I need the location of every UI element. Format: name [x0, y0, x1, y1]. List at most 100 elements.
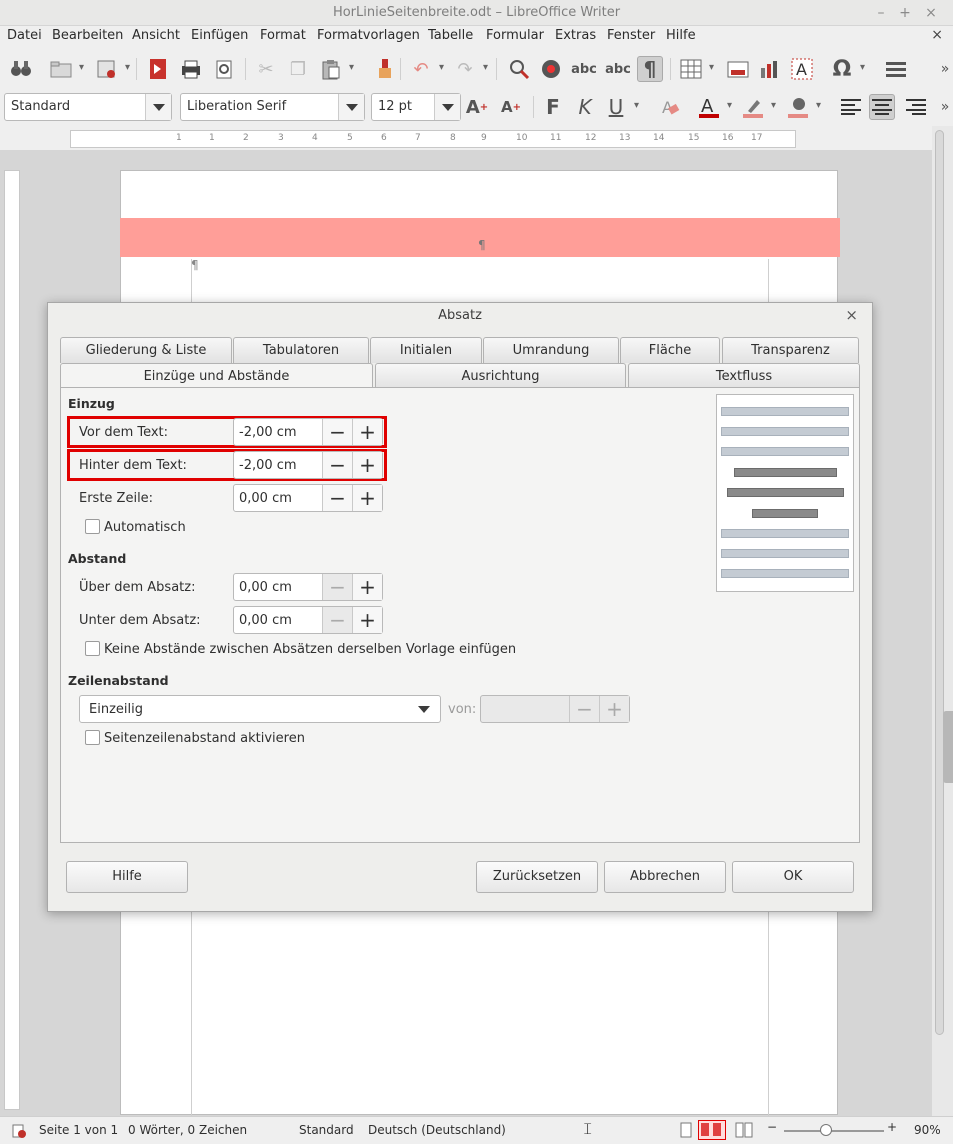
copy-icon[interactable]: ❐: [285, 56, 311, 82]
page-count[interactable]: Seite 1 von 1: [39, 1123, 118, 1137]
underline-icon[interactable]: U: [603, 94, 639, 120]
first-line-spin[interactable]: 0,00 cm − +: [233, 484, 383, 512]
align-right-icon[interactable]: [903, 94, 929, 120]
auto-checkbox[interactable]: [85, 519, 100, 534]
first-line-value[interactable]: 0,00 cm: [239, 491, 292, 506]
plus-icon[interactable]: +: [352, 452, 382, 478]
spelling-icon[interactable]: abc: [571, 56, 597, 82]
close-icon[interactable]: ×: [845, 306, 858, 324]
plus-icon[interactable]: +: [352, 485, 382, 511]
align-center-icon[interactable]: [869, 94, 895, 120]
maximize-icon[interactable]: +: [896, 4, 914, 22]
menu-formular[interactable]: Formular: [486, 28, 544, 43]
toolbar-overflow-icon[interactable]: »: [932, 94, 953, 120]
menu-ansicht[interactable]: Ansicht: [132, 28, 180, 43]
indent-before-spin[interactable]: -2,00 cm − +: [233, 418, 383, 446]
plus-icon[interactable]: +: [599, 696, 629, 722]
chevron-down-icon[interactable]: [434, 94, 460, 120]
paragraph-style-combo[interactable]: Standard: [4, 93, 172, 121]
redo-icon[interactable]: ↷: [452, 56, 488, 82]
plus-icon[interactable]: +: [352, 607, 382, 633]
menu-formatvorlagen[interactable]: Formatvorlagen: [317, 28, 420, 43]
paste-icon[interactable]: [318, 56, 354, 82]
font-size-combo[interactable]: 12 pt: [371, 93, 461, 121]
increase-font-icon[interactable]: A +: [464, 94, 490, 120]
navigator-icon[interactable]: [8, 56, 34, 82]
line-spacing-of-spin[interactable]: − +: [480, 695, 630, 723]
plus-icon[interactable]: +: [352, 419, 382, 445]
space-below-value[interactable]: 0,00 cm: [239, 613, 292, 628]
undo-icon[interactable]: ↶: [408, 56, 444, 82]
insert-textbox-icon[interactable]: A: [789, 56, 815, 82]
auto-spellcheck-icon[interactable]: abc: [605, 56, 631, 82]
print-preview-icon[interactable]: [211, 56, 237, 82]
insert-chart-icon[interactable]: [757, 56, 783, 82]
chevron-down-icon[interactable]: [418, 706, 430, 713]
character-bg-icon[interactable]: [785, 94, 821, 120]
save-icon[interactable]: [94, 56, 130, 82]
space-above-spin[interactable]: 0,00 cm − +: [233, 573, 383, 601]
align-left-icon[interactable]: [838, 94, 864, 120]
formatting-marks-icon[interactable]: ¶: [637, 56, 663, 82]
indent-after-value[interactable]: -2,00 cm: [239, 458, 297, 473]
bold-icon[interactable]: F: [540, 94, 566, 120]
toolbar-overflow-icon[interactable]: »: [932, 56, 953, 82]
help-button[interactable]: Hilfe: [66, 861, 188, 893]
page-style[interactable]: Standard: [299, 1123, 354, 1137]
zoom-slider[interactable]: [784, 1130, 884, 1132]
find-replace-icon[interactable]: [506, 56, 532, 82]
chevron-down-icon[interactable]: [145, 94, 171, 120]
vertical-ruler[interactable]: [4, 170, 20, 1110]
menu-hilfe[interactable]: Hilfe: [666, 28, 696, 43]
ok-button[interactable]: OK: [732, 861, 854, 893]
single-page-view-icon[interactable]: [680, 1122, 692, 1141]
plus-icon[interactable]: +: [352, 574, 382, 600]
sidebar-toggle[interactable]: [943, 711, 953, 783]
menu-format[interactable]: Format: [260, 28, 306, 43]
minus-icon[interactable]: −: [322, 419, 352, 445]
multi-page-view-icon[interactable]: [698, 1120, 726, 1140]
menu-tabelle[interactable]: Tabelle: [428, 28, 473, 43]
close-document-icon[interactable]: ×: [931, 27, 943, 43]
tab-initialen[interactable]: Initialen: [370, 337, 482, 363]
menu-bearbeiten[interactable]: Bearbeiten: [52, 28, 123, 43]
document-modified-icon[interactable]: [12, 1124, 26, 1141]
menu-datei[interactable]: Datei: [7, 28, 42, 43]
no-space-checkbox[interactable]: [85, 641, 100, 656]
space-above-value[interactable]: 0,00 cm: [239, 580, 292, 595]
tab-textfluss[interactable]: Textfluss: [628, 363, 860, 389]
print-icon[interactable]: [178, 56, 204, 82]
minus-icon[interactable]: −: [322, 485, 352, 511]
italic-icon[interactable]: K: [572, 94, 598, 120]
scrollbar-thumb[interactable]: [935, 130, 944, 1035]
menu-fenster[interactable]: Fenster: [607, 28, 655, 43]
cut-icon[interactable]: ✂: [253, 56, 279, 82]
tab-umrandung[interactable]: Umrandung: [483, 337, 619, 363]
gallery-icon[interactable]: [538, 56, 564, 82]
minus-icon[interactable]: −: [322, 574, 352, 600]
register-checkbox[interactable]: [85, 730, 100, 745]
vertical-scrollbar[interactable]: [932, 126, 953, 1116]
tab-ausrichtung[interactable]: Ausrichtung: [375, 363, 626, 389]
zoom-slider-handle[interactable]: [820, 1124, 832, 1136]
tab-transparenz[interactable]: Transparenz: [722, 337, 859, 363]
font-color-icon[interactable]: A: [696, 94, 732, 120]
highlighted-paragraph[interactable]: ¶: [120, 218, 840, 257]
clear-formatting-icon[interactable]: A: [657, 94, 683, 120]
minus-icon[interactable]: −: [569, 696, 599, 722]
horizontal-ruler[interactable]: 1 1 2 3 4 5 6 7 8 9 10 11 12 13 14 15 16…: [70, 130, 796, 148]
cancel-button[interactable]: Abbrechen: [604, 861, 726, 893]
zoom-level[interactable]: 90%: [914, 1123, 941, 1137]
word-count[interactable]: 0 Wörter, 0 Zeichen: [128, 1123, 247, 1137]
close-window-icon[interactable]: ×: [922, 4, 940, 22]
open-icon[interactable]: [48, 56, 84, 82]
font-name-combo[interactable]: Liberation Serif: [180, 93, 365, 121]
minus-icon[interactable]: −: [322, 452, 352, 478]
zoom-in-icon[interactable]: +: [887, 1120, 897, 1134]
special-character-icon[interactable]: Ω: [829, 56, 865, 82]
insert-image-icon[interactable]: [725, 56, 751, 82]
reset-button[interactable]: Zurücksetzen: [476, 861, 598, 893]
decrease-font-icon[interactable]: A +: [498, 94, 524, 120]
tab-flaeche[interactable]: Fläche: [620, 337, 720, 363]
indent-before-value[interactable]: -2,00 cm: [239, 425, 297, 440]
